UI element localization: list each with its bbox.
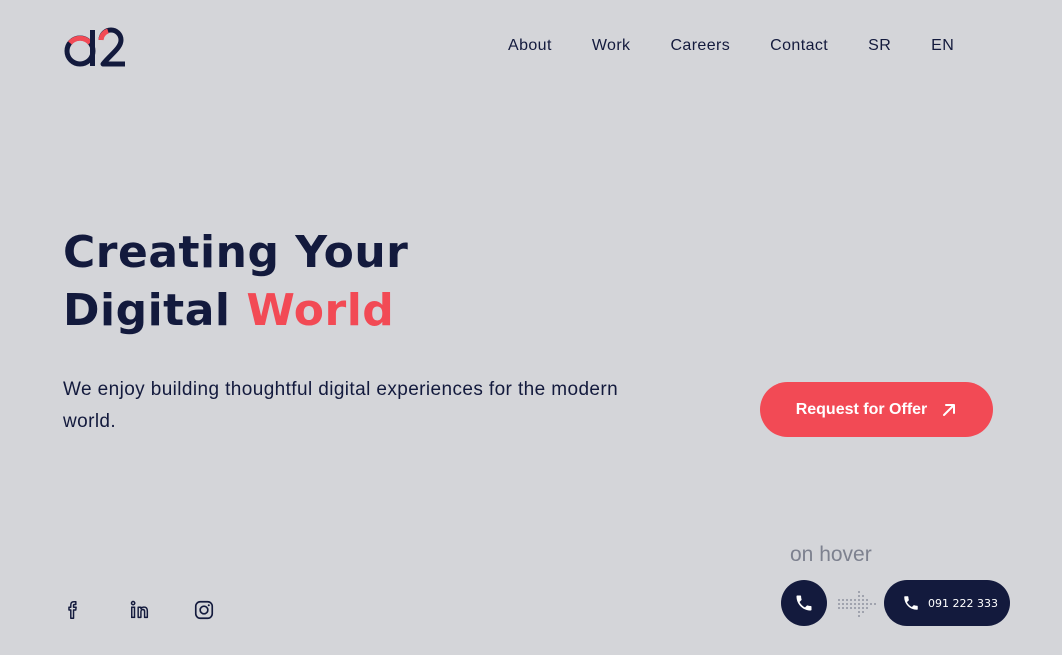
nav-about[interactable]: About [508,37,552,55]
phone-icon [796,595,812,611]
phone-button-expanded[interactable]: 091 222 333 [884,580,1010,626]
nav-work[interactable]: Work [592,37,631,55]
on-hover-caption: on hover [790,543,872,566]
main-nav: About Work Careers Contact SR EN [500,37,954,55]
phone-icon [904,596,918,610]
lang-en[interactable]: EN [931,37,954,55]
arrow-up-right-icon [943,403,956,416]
hero-title-accent: World [246,285,395,336]
nav-contact[interactable]: Contact [770,37,828,55]
request-offer-button[interactable]: Request for Offer [760,382,993,437]
linkedin-icon [130,600,149,619]
d2-logo-mark [64,27,125,67]
facebook-icon [68,601,77,619]
hero-title-line2: Digital [63,285,231,336]
lang-sr[interactable]: SR [868,37,891,55]
linkedin-link[interactable] [128,598,152,622]
hero-title: Creating Your Digital World [63,224,408,340]
dotted-arrow-icon [838,591,876,617]
phone-number: 091 222 333 [928,596,998,610]
phone-button-collapsed[interactable] [781,580,827,626]
request-offer-label: Request for Offer [795,400,928,418]
hero-title-line1: Creating Your [63,227,409,278]
instagram-icon [194,600,214,620]
instagram-link[interactable] [192,598,216,622]
nav-careers[interactable]: Careers [670,37,730,55]
hero-subtitle: We enjoy building thoughtful digital exp… [63,379,619,432]
facebook-link[interactable] [62,598,86,622]
logo[interactable] [63,26,129,68]
